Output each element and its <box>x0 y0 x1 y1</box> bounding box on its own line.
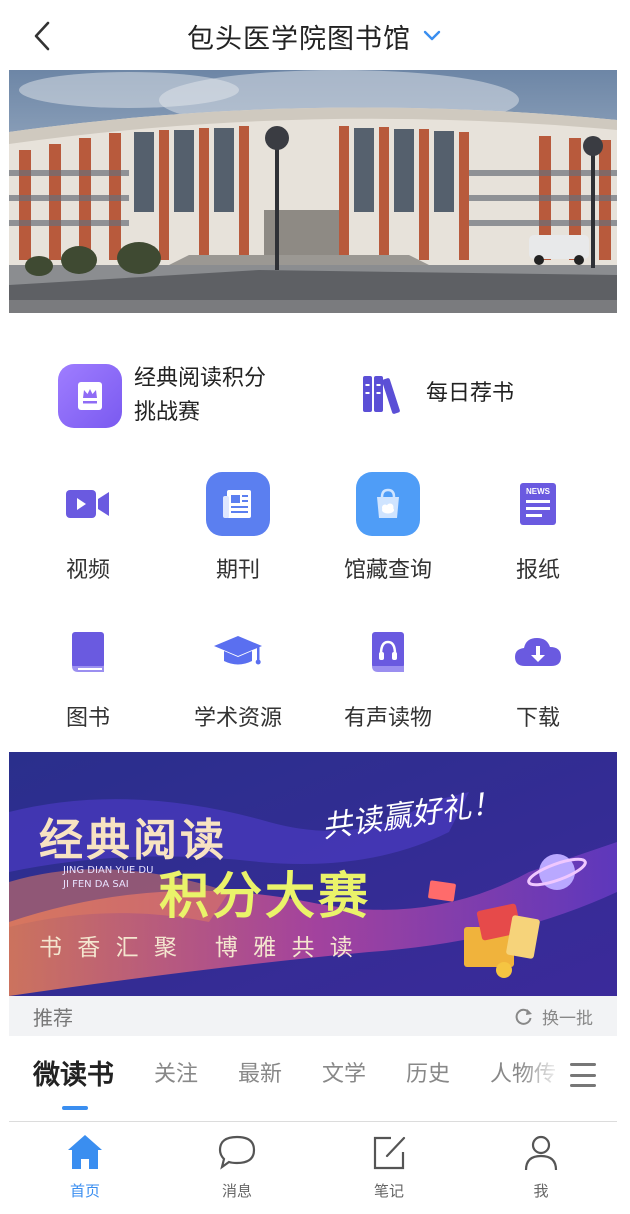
grid-item-newspaper[interactable]: NEWS 报纸 <box>463 472 613 584</box>
refresh-label: 换一批 <box>542 1008 593 1029</box>
reading-challenge-label-line2: 挑战赛 <box>134 400 201 425</box>
refresh-icon <box>515 1008 532 1025</box>
reading-challenge-entry[interactable]: 经典阅读积分 挑战赛 <box>58 362 266 430</box>
active-tab-indicator <box>62 1106 88 1110</box>
nav-notes-label: 笔记 <box>373 1182 404 1200</box>
tab-history[interactable]: 历史 <box>406 1056 450 1088</box>
bottom-nav: 首页 消息 笔记 我 <box>9 1121 617 1214</box>
promo-title-line2: 积分大赛 <box>159 867 371 925</box>
book-icon <box>56 620 120 684</box>
library-selector[interactable]: 包头医学院图书馆 <box>187 17 443 56</box>
grid-item-journal[interactable]: 期刊 <box>163 472 313 584</box>
grid-item-video[interactable]: 视频 <box>13 472 163 584</box>
video-camera-icon <box>56 472 120 536</box>
grid-item-academic[interactable]: 学术资源 <box>163 620 313 732</box>
nav-messages-label: 消息 <box>221 1182 252 1200</box>
nav-me[interactable]: 我 <box>491 1130 591 1201</box>
journal-icon <box>206 472 270 536</box>
page-title: 包头医学院图书馆 <box>187 23 411 55</box>
grid-label-academic: 学术资源 <box>193 706 282 731</box>
bookshelf-icon <box>350 362 414 426</box>
category-tabs: 微读书 关注 最新 文学 历史 人物传 <box>0 1040 630 1120</box>
chevron-down-icon <box>421 25 443 47</box>
back-button[interactable] <box>28 18 56 54</box>
nav-me-label: 我 <box>533 1182 549 1200</box>
nav-home-label: 首页 <box>69 1182 100 1200</box>
newspaper-icon: NEWS <box>506 472 570 536</box>
grid-label-newspaper: 报纸 <box>515 558 560 583</box>
tab-literature[interactable]: 文学 <box>322 1056 366 1088</box>
recommend-bar: 推荐 换一批 <box>9 996 617 1036</box>
grid-label-video: 视频 <box>65 558 110 583</box>
refresh-button[interactable]: 换一批 <box>514 1004 593 1029</box>
tab-latest[interactable]: 最新 <box>238 1056 282 1088</box>
grid-item-audiobook[interactable]: 有声读物 <box>313 620 463 732</box>
nav-notes[interactable]: 笔记 <box>339 1130 439 1201</box>
crown-book-icon <box>58 364 122 428</box>
promo-banner[interactable]: 经典阅读 JING DIAN YUE DU JI FEN DA SAI 积分大赛… <box>9 752 617 996</box>
nav-messages[interactable]: 消息 <box>187 1130 287 1201</box>
top-bar: 包头医学院图书馆 <box>0 0 630 72</box>
home-icon <box>63 1130 107 1174</box>
hamburger-menu-icon[interactable] <box>568 1060 598 1090</box>
chevron-left-icon <box>34 21 50 51</box>
shopping-bag-icon <box>356 472 420 536</box>
audiobook-icon <box>356 620 420 684</box>
edit-note-icon <box>367 1130 411 1174</box>
reading-challenge-label-line1: 经典阅读积分 <box>134 366 267 391</box>
grid-item-download[interactable]: 下载 <box>463 620 613 732</box>
promo-pinyin: JING DIAN YUE DU JI FEN DA SAI <box>63 864 153 892</box>
tab-follow[interactable]: 关注 <box>154 1056 198 1088</box>
promo-pinyin-line1: JING DIAN YUE DU <box>63 865 154 876</box>
grid-item-catalog[interactable]: 馆藏查询 <box>313 472 463 584</box>
promo-pinyin-line2: JI FEN DA SAI <box>63 879 129 890</box>
daily-book-label: 每日荐书 <box>426 381 515 406</box>
grid-label-audiobook: 有声读物 <box>343 706 432 731</box>
chat-bubble-icon <box>215 1130 259 1174</box>
nav-home[interactable]: 首页 <box>35 1130 135 1201</box>
grid-item-books[interactable]: 图书 <box>13 620 163 732</box>
grid-label-download: 下载 <box>515 706 560 731</box>
featured-row: 经典阅读积分 挑战赛 每日荐书 <box>0 340 630 450</box>
grid-label-books: 图书 <box>65 706 110 731</box>
promo-subtitle: 书 香 汇 聚 博 雅 共 读 <box>39 935 357 961</box>
user-icon <box>519 1130 563 1174</box>
news-badge: NEWS <box>526 487 551 496</box>
daily-book-entry[interactable]: 每日荐书 <box>350 362 514 426</box>
graduation-cap-icon <box>206 620 270 684</box>
tab-weidushu[interactable]: 微读书 <box>33 1053 114 1092</box>
recommend-title: 推荐 <box>33 1005 73 1030</box>
grid-label-journal: 期刊 <box>215 558 260 583</box>
grid-label-catalog: 馆藏查询 <box>343 558 432 583</box>
library-photo-banner[interactable] <box>9 70 617 313</box>
cloud-download-icon <box>506 620 570 684</box>
